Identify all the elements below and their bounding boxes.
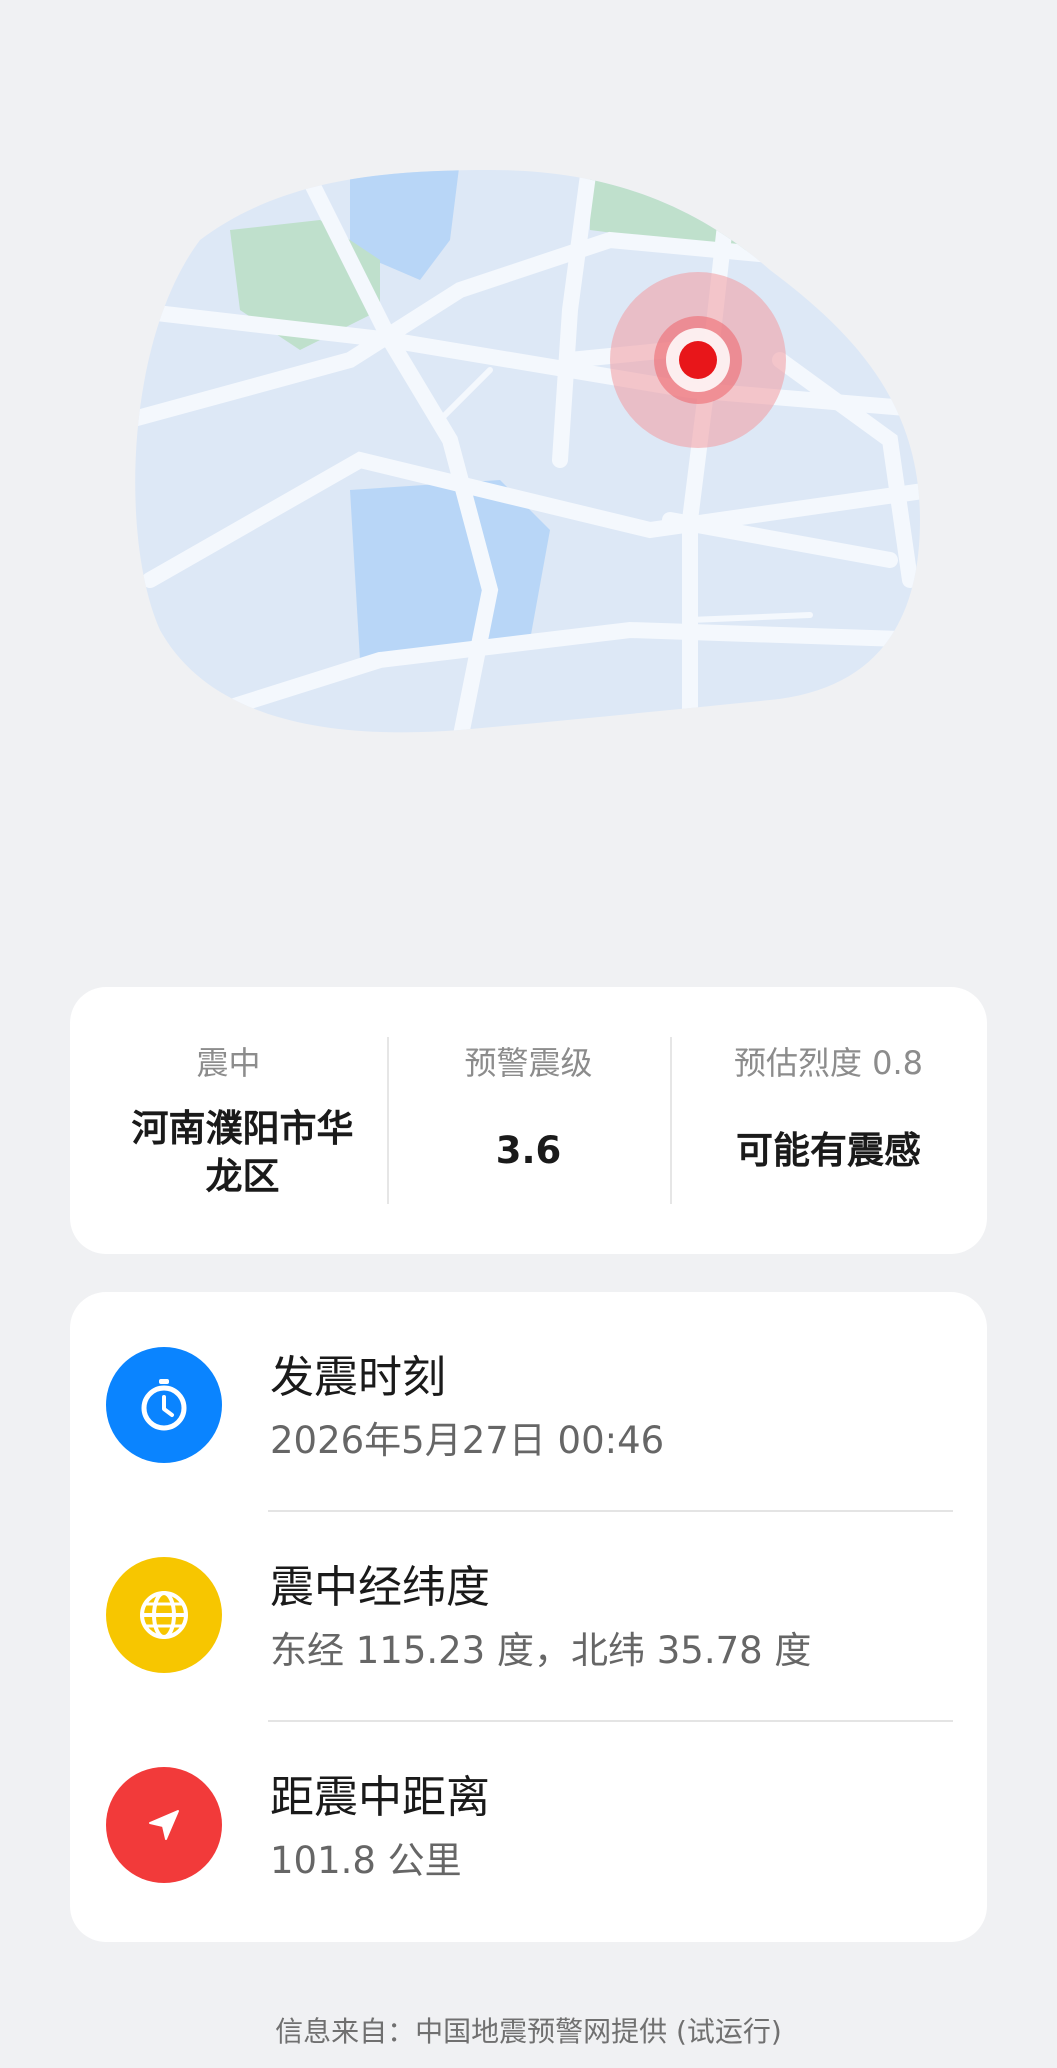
data-source-footer: 信息来自：中国地震预警网提供 (试运行) <box>275 2015 782 2048</box>
origin-time-value: 2026年5月27日 00:46 <box>270 1419 665 1462</box>
earthquake-summary-card: 震中 河南濮阳市华龙区 预警震级 3.6 预估烈度 0.8 可能有震感 <box>70 987 987 1254</box>
intensity-label: 预估烈度 0.8 <box>733 1044 924 1082</box>
magnitude-column: 预警震级 3.6 <box>387 987 670 1254</box>
magnitude-value: 3.6 <box>495 1129 562 1172</box>
coordinates-row: 震中经纬度 东经 115.23 度，北纬 35.78 度 <box>70 1514 987 1724</box>
earthquake-details-card: 发震时刻 2026年5月27日 00:46 震中经纬度 东经 115.23 度，… <box>70 1292 987 1942</box>
distance-row: 距震中距离 101.8 公里 <box>70 1724 987 1934</box>
epicenter-map <box>130 160 930 740</box>
earthquake-alert-page: 震中 河南濮阳市华龙区 预警震级 3.6 预估烈度 0.8 可能有震感 发震时刻… <box>0 0 1057 2068</box>
row-divider <box>268 1720 953 1722</box>
magnitude-label: 预警震级 <box>464 1044 593 1082</box>
row-divider <box>268 1510 953 1512</box>
intensity-column: 预估烈度 0.8 可能有震感 <box>670 987 987 1254</box>
origin-time-row: 发震时刻 2026年5月27日 00:46 <box>70 1304 987 1514</box>
coordinates-title: 震中经纬度 <box>270 1562 490 1613</box>
intensity-value: 可能有震感 <box>736 1129 921 1172</box>
epicenter-value: 河南濮阳市华龙区 <box>131 1107 354 1199</box>
coordinates-value: 东经 115.23 度，北纬 35.78 度 <box>270 1629 812 1672</box>
navigation-arrow-icon <box>106 1767 222 1883</box>
epicenter-column: 震中 河南濮阳市华龙区 <box>70 987 387 1254</box>
clock-icon <box>106 1347 222 1463</box>
epicenter-label: 震中 <box>196 1044 261 1082</box>
origin-time-title: 发震时刻 <box>270 1352 446 1403</box>
distance-title: 距震中距离 <box>270 1772 490 1823</box>
distance-value: 101.8 公里 <box>270 1839 462 1882</box>
globe-icon <box>106 1557 222 1673</box>
